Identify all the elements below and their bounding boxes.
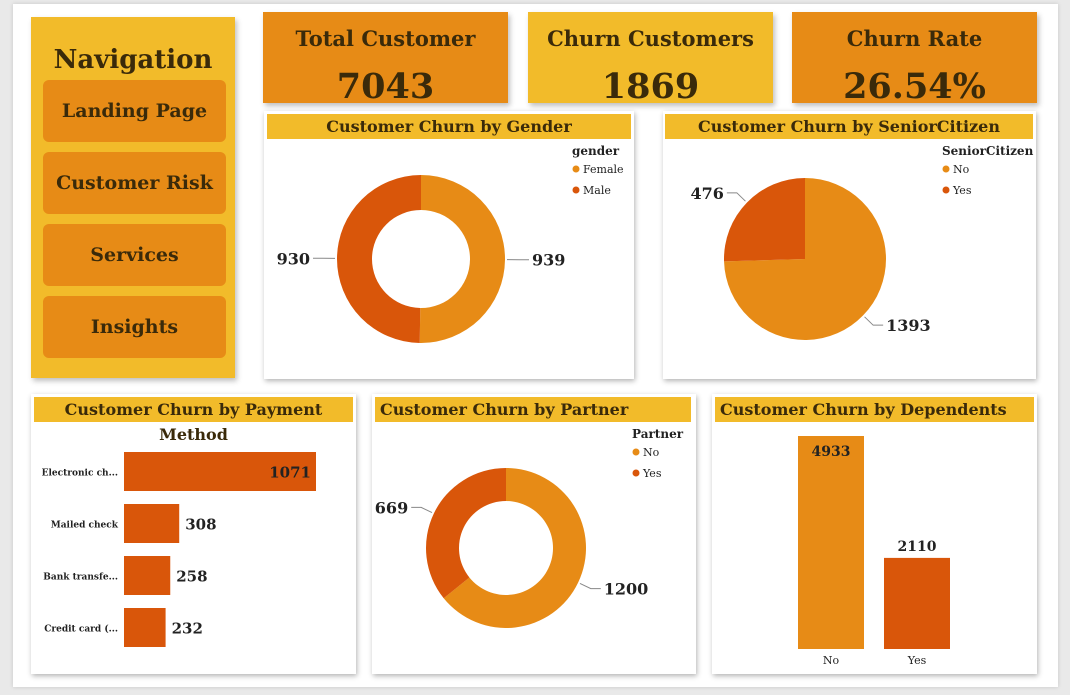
landing-page-button[interactable]: Landing Page (43, 80, 226, 142)
legend-marker (572, 186, 580, 194)
bar-no (798, 436, 864, 649)
payment-method-bar-chart: Electronic ch... 1071 Mailed check 308 Bank … (42, 452, 316, 647)
legend-entry: Male (583, 184, 611, 197)
data-label: 669 (375, 498, 408, 517)
senior-citizen-pie-chart: 1393 476 SeniorCitizen No Yes (690, 144, 1034, 340)
leader-line (411, 506, 433, 514)
insights-button[interactable]: Insights (43, 296, 226, 358)
bar-1 (124, 504, 180, 543)
pie-slice-male (337, 175, 421, 343)
data-label: 308 (185, 516, 216, 534)
legend-marker (632, 448, 640, 456)
legend-entry: No (643, 446, 660, 459)
pie-slice-yes (426, 468, 506, 599)
legend-marker (942, 186, 950, 194)
bar-2 (124, 556, 171, 595)
category-label: Electronic ch... (42, 469, 118, 479)
data-label: 1071 (269, 464, 311, 482)
legend-title: SeniorCitizen (942, 144, 1034, 158)
category-label: No (823, 654, 840, 667)
partner-donut-chart: 1200 669 Partner No Yes (375, 427, 684, 628)
kpi-label: Churn Customers (547, 26, 754, 51)
pie-slice-female (419, 175, 505, 343)
kpi-value: 26.54% (843, 66, 986, 107)
legend-marker (572, 165, 580, 173)
legend-title: gender (572, 144, 620, 158)
legend-entry: Yes (952, 184, 972, 197)
legend-title: Partner (632, 427, 684, 441)
services-button[interactable]: Services (43, 224, 226, 286)
gender-donut-chart: 939 930 gender Female Male (277, 144, 624, 343)
navigation-panel: Navigation Landing Page Customer Risk Se… (31, 17, 235, 378)
category-label: Bank transfe... (43, 573, 118, 583)
data-label: 232 (172, 620, 203, 638)
legend-marker (942, 165, 950, 173)
leader-line (579, 582, 601, 590)
legend-entry: No (953, 163, 970, 176)
bar-yes (884, 557, 950, 649)
legend-entry: Female (583, 163, 624, 176)
category-label: Credit card (... (44, 624, 118, 635)
category-label: Mailed check (51, 521, 119, 531)
navigation-title: Navigation (53, 45, 213, 75)
kpi-label: Total Customer (295, 26, 476, 51)
data-label: 1200 (604, 580, 649, 599)
data-label: 2110 (898, 539, 937, 555)
pie-slice-yes (724, 178, 805, 262)
legend-entry: Yes (642, 467, 662, 480)
kpi-churn-customers: Churn Customers 1869 (528, 12, 773, 107)
payment-method-chart-card: Customer Churn by Payment Method Electro… (31, 394, 356, 674)
bar-3 (124, 608, 166, 647)
data-label: 1393 (886, 316, 931, 335)
data-label: 4933 (812, 444, 851, 460)
leader-line (864, 316, 884, 326)
leader-line (726, 192, 746, 202)
data-label: 939 (532, 251, 565, 270)
kpi-label: Churn Rate (846, 26, 983, 51)
gender-chart-card: Customer Churn by Gender 939 930 gender Fem… (264, 111, 634, 379)
senior-citizen-chart-card: Customer Churn by SeniorCitizen 1393 476 S… (663, 111, 1036, 379)
kpi-value: 7043 (336, 66, 435, 107)
category-label: Yes (907, 654, 927, 667)
kpi-total-customer: Total Customer 7043 (263, 12, 508, 107)
legend-marker (632, 469, 640, 477)
data-label: 258 (176, 568, 207, 586)
partner-chart-card: Customer Churn by Partner 1200 669 Partner… (372, 394, 696, 674)
kpi-value: 1869 (601, 66, 700, 107)
data-label: 930 (277, 249, 310, 268)
dependents-chart-card: Customer Churn by Dependents 4933 No 2110 Y… (712, 394, 1037, 674)
dependents-bar-chart: 4933 No 2110 Yes (798, 436, 950, 667)
customer-risk-button[interactable]: Customer Risk (43, 152, 226, 214)
kpi-churn-rate: Churn Rate 26.54% (792, 12, 1037, 107)
data-label: 476 (690, 184, 723, 203)
